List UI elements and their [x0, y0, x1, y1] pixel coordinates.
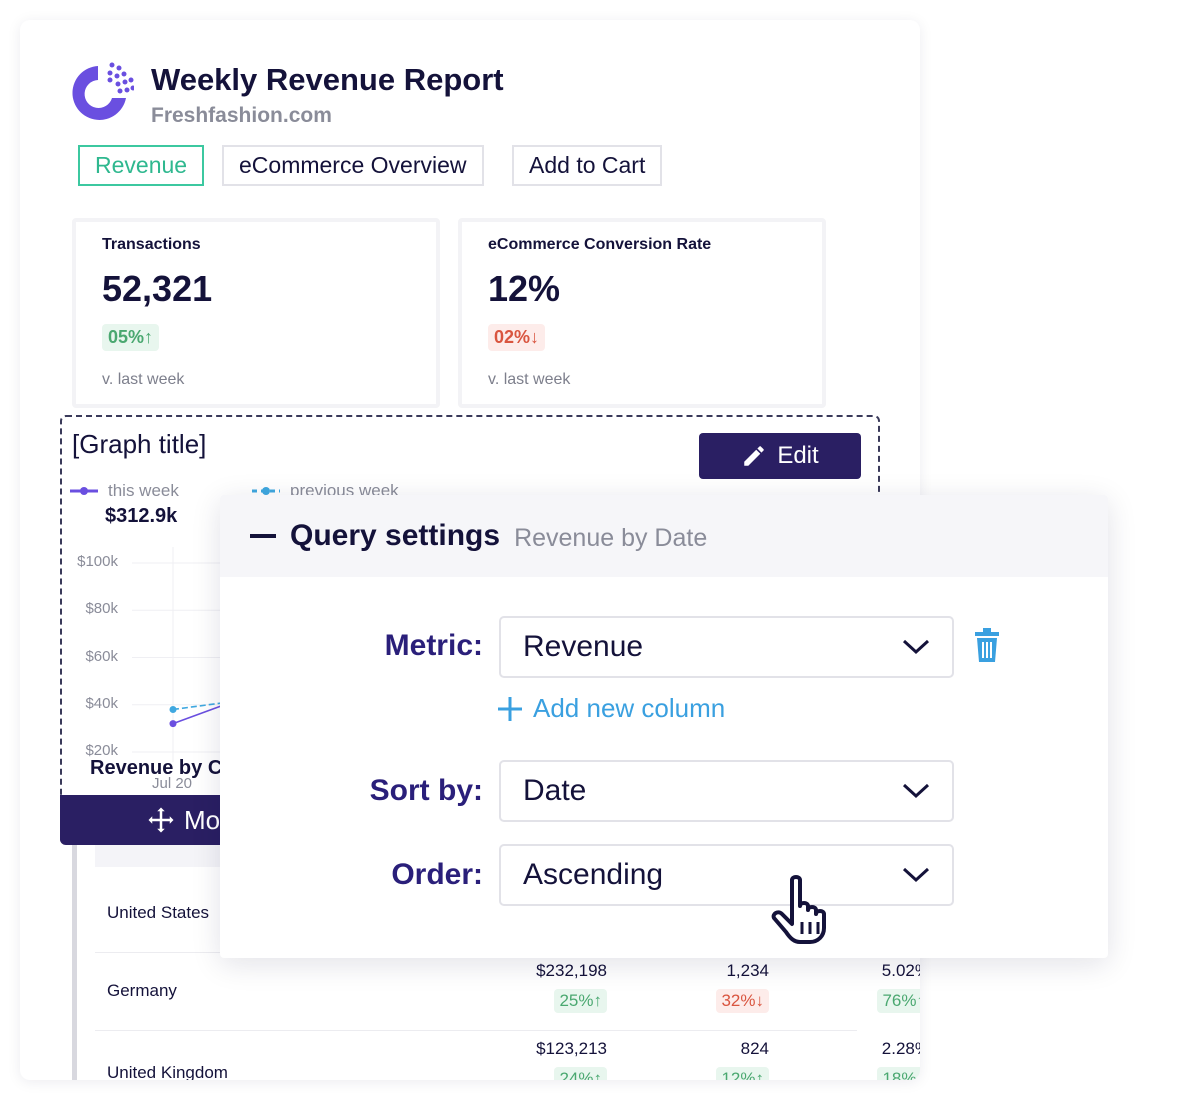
sort-value: Date — [523, 774, 587, 807]
kpi-compare: v. last week — [102, 371, 185, 388]
query-settings-panel: Query settings Revenue by Date Metric: R… — [220, 495, 1108, 958]
kpi-transactions: Transactions 52,321 05%↑ v. last week — [72, 218, 440, 408]
change-badge: 32%↓ — [716, 989, 769, 1013]
tab-ecommerce-overview[interactable]: eCommerce Overview — [222, 145, 484, 186]
kpi-value: 52,321 — [102, 268, 213, 309]
rate-value: 2.28% — [881, 1039, 920, 1058]
revenue-value: $232,198 — [536, 961, 607, 980]
kpi-value: 12% — [488, 268, 561, 309]
metric-select[interactable]: Revenue — [499, 616, 954, 678]
transactions-value: 1,234 — [726, 961, 769, 980]
data-point — [169, 720, 177, 728]
site-name: Freshfashion.com — [151, 104, 332, 127]
kpi-change-badge: 02%↓ — [488, 324, 546, 351]
metric-label: Metric: — [384, 629, 483, 662]
panel-title: Query settings — [290, 519, 501, 552]
page-title: Weekly Revenue Report — [151, 62, 504, 97]
order-label: Order: — [391, 858, 483, 891]
y-tick: $40k — [85, 694, 118, 712]
kpi-compare: v. last week — [488, 371, 571, 388]
collapse-icon[interactable] — [250, 534, 276, 538]
move-icon — [148, 807, 174, 833]
country-name: Germany — [107, 981, 177, 1000]
change-badge: 24%↑ — [554, 1067, 607, 1080]
kpi-change-badge: 05%↑ — [102, 324, 160, 351]
metric-value: Revenue — [523, 630, 644, 663]
logo-icon — [72, 62, 134, 120]
kpi-conversion-rate: eCommerce Conversion Rate 12% 02%↓ v. la… — [458, 218, 826, 408]
table-row: Germany $232,198 25%↑ 1,234 32%↓ 5.02% 76%↑ — [95, 953, 920, 1031]
country-name: United Kingdom — [107, 1063, 228, 1080]
transactions-value: 824 — [740, 1039, 769, 1058]
revenue-value: $123,213 — [536, 1039, 607, 1058]
panel-subtitle: Revenue by Date — [514, 523, 708, 552]
change-badge: 25%↑ — [554, 989, 607, 1013]
panel-header[interactable]: Query settings Revenue by Date — [220, 495, 1108, 577]
country-name: United States — [107, 903, 210, 922]
trash-icon[interactable] — [975, 628, 999, 662]
hand-cursor-icon — [771, 875, 826, 944]
rate-value: 5.02% — [881, 961, 920, 980]
y-tick: $60k — [85, 647, 118, 665]
tab-revenue[interactable]: Revenue — [78, 145, 205, 186]
order-select[interactable]: Ascending — [499, 844, 954, 906]
move-label: Mo — [184, 804, 221, 835]
data-point — [169, 705, 177, 713]
order-value: Ascending — [523, 858, 664, 891]
tab-add-to-cart[interactable]: Add to Cart — [512, 145, 663, 186]
kpi-label: Transactions — [102, 236, 201, 253]
chevron-down-icon — [902, 639, 930, 655]
y-tick: $80k — [85, 600, 118, 618]
chevron-down-icon — [902, 867, 930, 883]
plus-icon — [498, 696, 522, 721]
add-column-label: Add new column — [533, 693, 726, 723]
change-badge: 76%↑ — [877, 989, 920, 1013]
table-row: United Kingdom $123,213 24%↑ 824 12%↑ 2.28… — [95, 1031, 920, 1080]
change-badge: 18%↑ — [877, 1067, 920, 1080]
y-tick: $100k — [77, 553, 118, 570]
sort-label: Sort by: — [369, 774, 483, 807]
change-badge: 12%↑ — [716, 1067, 769, 1080]
kpi-label: eCommerce Conversion Rate — [488, 236, 712, 253]
add-new-column-button[interactable]: Add new column — [497, 693, 725, 724]
chevron-down-icon — [902, 783, 930, 799]
table-title: Revenue by Co — [90, 757, 235, 779]
sort-select[interactable]: Date — [499, 760, 954, 822]
